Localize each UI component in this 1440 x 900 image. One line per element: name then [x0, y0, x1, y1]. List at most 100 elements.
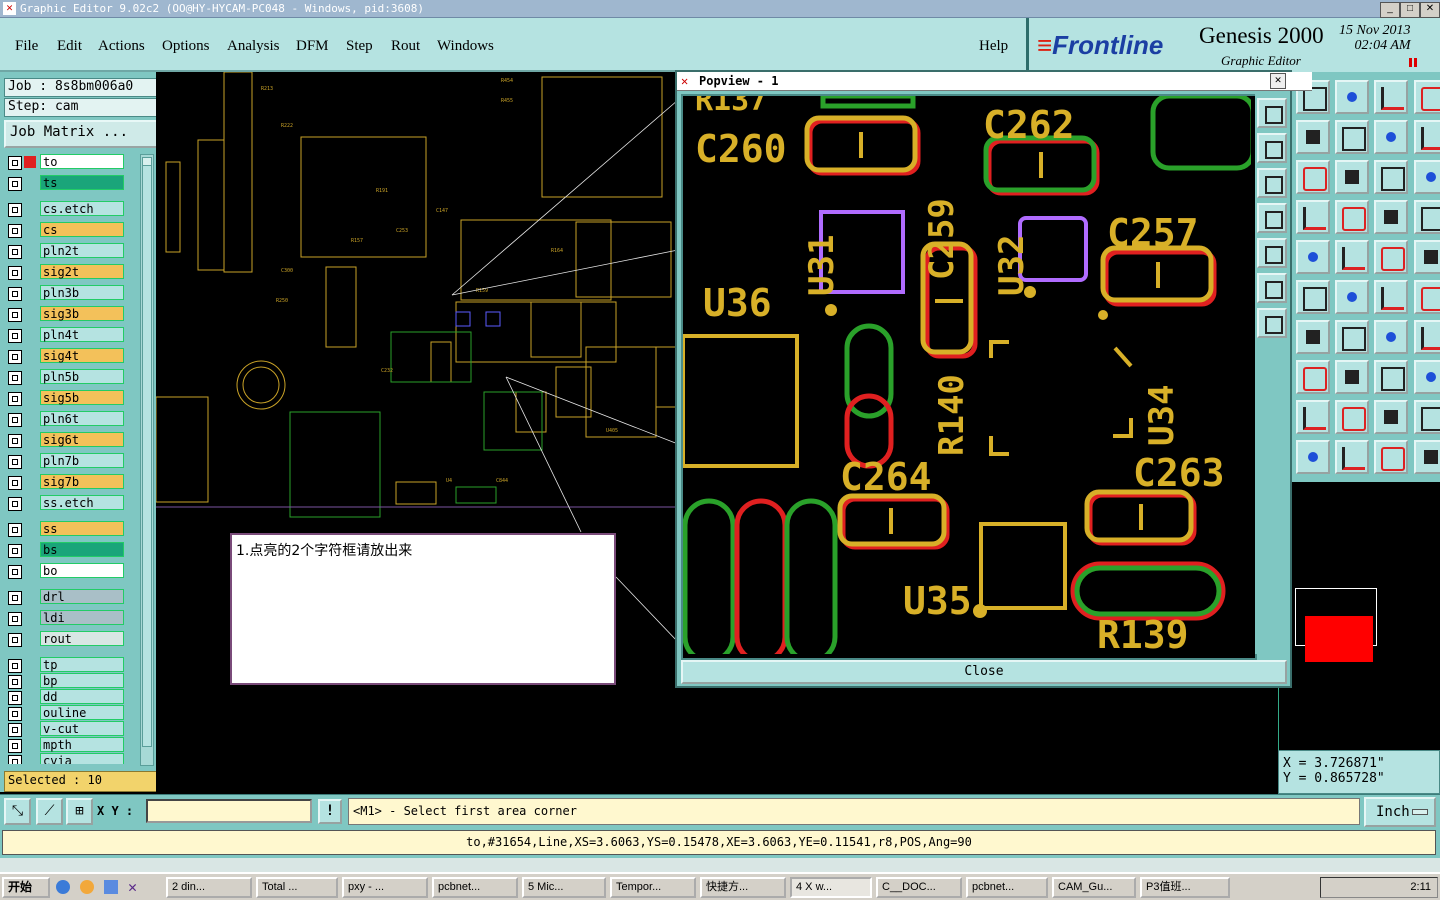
layer-row[interactable]: pln7b [6, 453, 126, 469]
tool-button[interactable] [1335, 400, 1369, 434]
layer-name[interactable]: pln4t [40, 327, 124, 342]
layer-name[interactable]: to [40, 154, 124, 169]
layer-checkbox[interactable] [8, 591, 22, 605]
layer-checkbox[interactable] [8, 156, 22, 170]
tool-button[interactable] [1335, 280, 1369, 314]
layer-checkbox[interactable] [8, 659, 22, 673]
layer-checkbox[interactable] [8, 633, 22, 647]
popview-tool-button[interactable] [1257, 168, 1287, 198]
tool-button[interactable] [1374, 240, 1408, 274]
layer-checkbox[interactable] [8, 565, 22, 579]
layer-checkbox[interactable] [8, 203, 22, 217]
layer-name[interactable]: bp [40, 673, 124, 688]
layer-row[interactable]: ss.etch [6, 495, 126, 511]
job-matrix-button[interactable]: Job Matrix ... [4, 120, 160, 148]
layer-row[interactable]: pln5b [6, 369, 126, 385]
popview-close-x-button[interactable]: ✕ [1270, 73, 1286, 89]
tool-button[interactable] [1374, 400, 1408, 434]
tool-button[interactable] [1335, 200, 1369, 234]
layer-name[interactable]: sig4t [40, 348, 124, 363]
layer-name[interactable]: ss.etch [40, 495, 124, 510]
tool-button[interactable] [1374, 80, 1408, 114]
layer-row[interactable]: cvia [6, 753, 126, 764]
tool-button[interactable] [1414, 200, 1440, 234]
layer-row[interactable]: ldi [6, 610, 126, 626]
tool-button[interactable] [1296, 160, 1330, 194]
layer-checkbox[interactable] [8, 739, 22, 753]
popview-tool-button[interactable] [1257, 133, 1287, 163]
taskbar-item[interactable]: Total ... [256, 877, 338, 898]
menu-help[interactable]: Help [979, 38, 1008, 55]
taskbar-item[interactable]: P3值班... [1140, 877, 1230, 898]
xy-input[interactable] [146, 799, 312, 823]
layer-row[interactable]: sig6t [6, 432, 126, 448]
layer-name[interactable]: pln7b [40, 453, 124, 468]
layer-row[interactable]: sig3b [6, 306, 126, 322]
layer-checkbox[interactable] [8, 287, 22, 301]
layer-checkbox[interactable] [8, 329, 22, 343]
tool-button[interactable] [1374, 320, 1408, 354]
taskbar-item[interactable]: CAM_Gu... [1052, 877, 1136, 898]
layer-name[interactable]: sig2t [40, 264, 124, 279]
info-button[interactable]: ! [318, 799, 342, 824]
popview-tool-button[interactable] [1257, 238, 1287, 268]
layer-row[interactable]: tp [6, 657, 126, 673]
layer-row[interactable]: cs.etch [6, 201, 126, 217]
tool-button[interactable] [1414, 120, 1440, 154]
taskbar-item[interactable]: 快捷方... [700, 877, 786, 898]
layer-checkbox[interactable] [8, 455, 22, 469]
taskbar-item[interactable]: pxy - ... [342, 877, 428, 898]
measure-icon[interactable]: ⟋ [36, 798, 63, 825]
layer-name[interactable]: pln6t [40, 411, 124, 426]
layer-row[interactable]: pln6t [6, 411, 126, 427]
scroll-thumb[interactable] [142, 165, 152, 747]
tool-button[interactable] [1414, 400, 1440, 434]
layer-name[interactable]: bs [40, 542, 124, 557]
tool-button[interactable] [1374, 280, 1408, 314]
layer-checkbox[interactable] [8, 675, 22, 689]
browser-icon[interactable] [56, 880, 70, 894]
quicklaunch-icon[interactable] [104, 880, 118, 894]
layer-checkbox[interactable] [8, 755, 22, 764]
tool-button[interactable] [1414, 440, 1440, 474]
layer-checkbox[interactable] [8, 177, 22, 191]
popview-canvas[interactable]: C260 C262 C259 U31 U32 C257 U36 R140 U34… [681, 94, 1257, 660]
layer-row[interactable]: rout [6, 631, 126, 647]
layer-row[interactable]: to [6, 154, 126, 170]
layer-name[interactable]: ts [40, 175, 124, 190]
layer-name[interactable]: sig6t [40, 432, 124, 447]
layer-row[interactable]: ts [6, 175, 126, 191]
tool-button[interactable] [1414, 360, 1440, 394]
layer-checkbox[interactable] [8, 413, 22, 427]
layer-name[interactable]: sig5b [40, 390, 124, 405]
layer-row[interactable]: pln3b [6, 285, 126, 301]
layer-name[interactable]: bo [40, 563, 124, 578]
popview-tool-button[interactable] [1257, 203, 1287, 233]
tool-button[interactable] [1374, 200, 1408, 234]
minimize-button[interactable]: _ [1380, 2, 1400, 18]
taskbar-item[interactable]: pcbnet... [432, 877, 518, 898]
taskbar-item[interactable]: C__DOC... [876, 877, 962, 898]
popview-tool-button[interactable] [1257, 308, 1287, 338]
layer-row[interactable]: sig5b [6, 390, 126, 406]
layer-checkbox[interactable] [8, 434, 22, 448]
menu-actions[interactable]: Actions [98, 38, 145, 55]
layer-checkbox[interactable] [8, 723, 22, 737]
layer-checkbox[interactable] [8, 392, 22, 406]
tool-button[interactable] [1335, 120, 1369, 154]
menu-dfm[interactable]: DFM [296, 38, 329, 55]
graphic-editor-icon[interactable]: ✕ [128, 878, 137, 896]
layer-row[interactable]: sig4t [6, 348, 126, 364]
tool-button[interactable] [1335, 80, 1369, 114]
layer-row[interactable]: cs [6, 222, 126, 238]
tool-button[interactable] [1296, 400, 1330, 434]
tool-button[interactable] [1414, 80, 1440, 114]
layer-name[interactable]: mpth [40, 737, 124, 752]
layer-name[interactable]: ouline [40, 705, 124, 720]
menu-rout[interactable]: Rout [391, 38, 420, 55]
tool-button[interactable] [1296, 240, 1330, 274]
popview-close-button[interactable]: Close [681, 660, 1287, 684]
layer-row[interactable]: sig2t [6, 264, 126, 280]
layer-name[interactable]: tp [40, 657, 124, 672]
layer-row[interactable]: pln2t [6, 243, 126, 259]
